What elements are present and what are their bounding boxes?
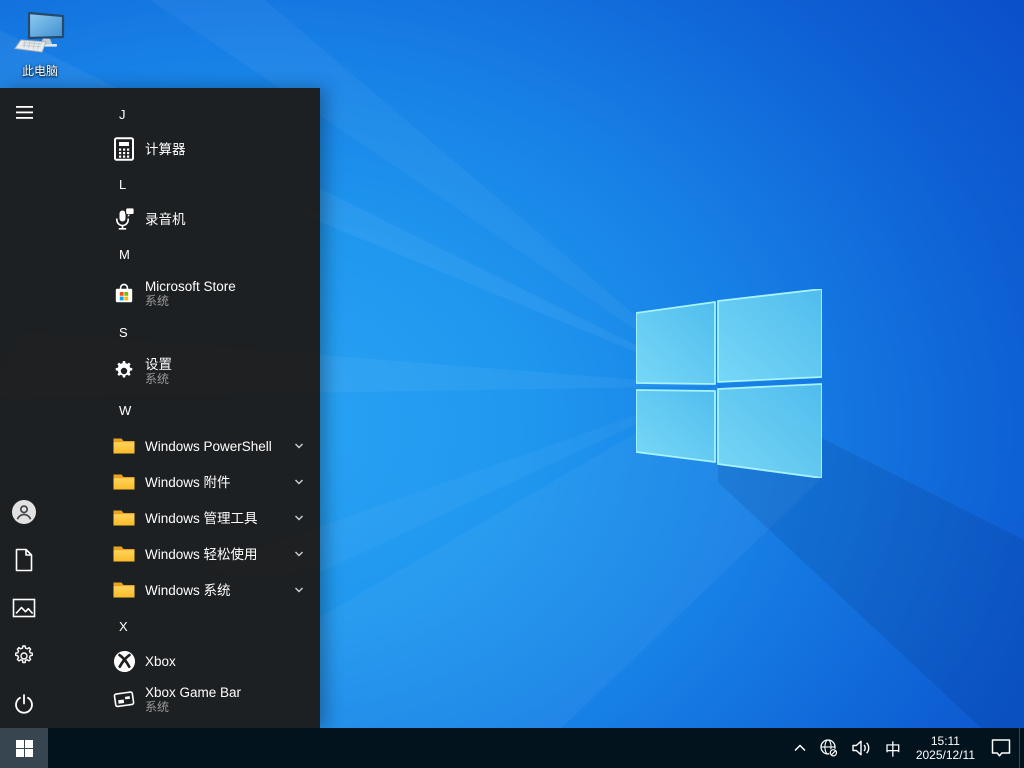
clock-date: 2025/12/11	[915, 748, 975, 762]
start-app-calculator[interactable]: 计算器	[48, 132, 320, 166]
folder-label: Windows 管理工具	[145, 510, 258, 526]
action-center-icon	[991, 739, 1011, 757]
start-section-x[interactable]: X	[48, 608, 320, 644]
start-folder-windows-powershell[interactable]: Windows PowerShell	[48, 428, 320, 464]
pictures-icon	[12, 598, 36, 618]
hamburger-icon	[15, 105, 33, 119]
expand-menu-button[interactable]	[0, 88, 48, 136]
start-app-settings[interactable]: 设置 系统	[48, 350, 320, 392]
start-section-z[interactable]: Z	[48, 720, 320, 728]
chevron-down-icon[interactable]	[293, 584, 305, 596]
folder-label: Windows 附件	[145, 474, 231, 490]
app-label: 设置	[145, 356, 172, 372]
power-icon	[15, 694, 33, 714]
start-menu-rail	[0, 88, 48, 728]
taskbar-clock[interactable]: 15:11 2025/12/11	[908, 728, 983, 768]
chevron-down-icon[interactable]	[293, 440, 305, 452]
volume-button[interactable]	[845, 728, 878, 768]
app-label: Xbox Game Bar	[145, 684, 242, 700]
chevron-down-icon[interactable]	[293, 512, 305, 524]
section-letter: J	[119, 106, 126, 122]
system-tray: 中 15:11 2025/12/11	[787, 728, 1024, 768]
pictures-button[interactable]	[0, 584, 48, 632]
start-section-w[interactable]: W	[48, 392, 320, 428]
section-letter: M	[119, 246, 130, 262]
folder-icon	[111, 506, 137, 530]
desktop-icon-label: 此电脑	[21, 64, 58, 78]
document-icon	[15, 548, 33, 572]
this-pc-icon	[14, 11, 65, 53]
action-center-button[interactable]	[983, 728, 1019, 768]
desktop-icon-this-pc[interactable]: 此电脑	[12, 10, 68, 79]
start-app-xbox[interactable]: Xbox	[48, 644, 320, 678]
start-section-l[interactable]: L	[48, 166, 320, 202]
app-label: 计算器	[145, 141, 186, 157]
start-button[interactable]	[0, 728, 48, 768]
folder-icon	[111, 470, 137, 494]
network-button[interactable]	[813, 728, 845, 768]
game-bar-icon	[111, 687, 137, 711]
folder-label: Windows 轻松使用	[145, 546, 258, 562]
taskbar: 中 15:11 2025/12/11	[0, 728, 1024, 768]
user-avatar-icon	[12, 500, 36, 524]
start-section-j[interactable]: J	[48, 96, 320, 132]
app-label: 录音机	[145, 211, 186, 227]
speaker-icon	[852, 740, 870, 756]
start-menu: J 计算器 L 录音机 M Microsoft Store 系统 S 设置 系统…	[0, 88, 320, 728]
settings-gear-icon	[111, 359, 137, 383]
start-folder-windows-admin-tools[interactable]: Windows 管理工具	[48, 500, 320, 536]
clock-time: 15:11	[930, 734, 960, 748]
app-sublabel: 系统	[145, 371, 170, 386]
folder-icon	[111, 434, 137, 458]
start-app-xbox-game-bar[interactable]: Xbox Game Bar 系统	[48, 678, 320, 720]
chevron-up-icon	[794, 744, 806, 752]
section-letter: S	[119, 324, 128, 340]
folder-icon	[111, 578, 137, 602]
section-letter: W	[119, 402, 132, 418]
settings-gear-outline-icon	[15, 645, 33, 664]
windows-wallpaper-logo	[636, 289, 822, 478]
documents-button[interactable]	[0, 536, 48, 584]
folder-label: Windows 系统	[145, 582, 231, 598]
xbox-icon	[111, 649, 137, 673]
start-app-voice-recorder[interactable]: 录音机	[48, 202, 320, 236]
chevron-down-icon[interactable]	[293, 548, 305, 560]
microsoft-store-icon	[111, 281, 137, 305]
start-folder-windows-system[interactable]: Windows 系统	[48, 572, 320, 608]
app-label: Xbox	[145, 653, 176, 669]
start-folder-windows-ease-of-access[interactable]: Windows 轻松使用	[48, 536, 320, 572]
section-letter: X	[119, 618, 128, 634]
start-folder-windows-accessories[interactable]: Windows 附件	[48, 464, 320, 500]
show-desktop-button[interactable]	[1019, 728, 1024, 768]
start-app-microsoft-store[interactable]: Microsoft Store 系统	[48, 272, 320, 314]
ime-indicator[interactable]: 中	[878, 728, 908, 768]
network-globe-no-internet-icon	[820, 739, 838, 758]
app-sublabel: 系统	[145, 699, 170, 714]
section-letter: L	[119, 176, 127, 192]
start-section-m[interactable]: M	[48, 236, 320, 272]
windows-logo-icon	[15, 739, 33, 757]
start-menu-app-list: J 计算器 L 录音机 M Microsoft Store 系统 S 设置 系统…	[48, 88, 320, 728]
start-section-s[interactable]: S	[48, 314, 320, 350]
user-account-button[interactable]	[0, 488, 48, 536]
rail-bottom-group	[0, 488, 48, 728]
hidden-icons-chevron-button[interactable]	[787, 728, 813, 768]
app-label: Microsoft Store	[145, 278, 236, 294]
folder-label: Windows PowerShell	[145, 438, 272, 454]
calculator-icon	[111, 137, 137, 161]
chevron-down-icon[interactable]	[293, 476, 305, 488]
settings-button[interactable]	[0, 632, 48, 680]
power-button[interactable]	[0, 680, 48, 728]
voice-recorder-icon	[111, 207, 137, 231]
app-sublabel: 系统	[145, 293, 170, 308]
folder-icon	[111, 542, 137, 566]
